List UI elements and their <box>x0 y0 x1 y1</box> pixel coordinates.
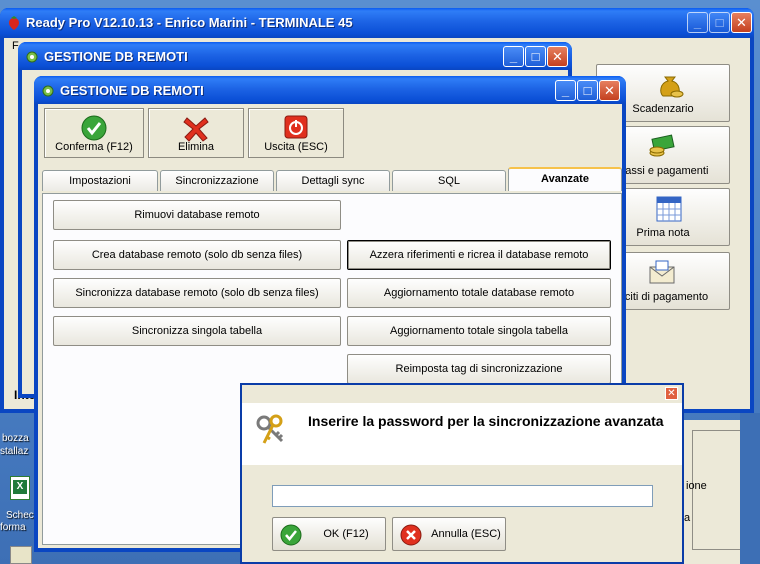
password-input[interactable] <box>272 485 653 507</box>
remove-remote-db-button[interactable]: Rimuovi database remoto <box>53 200 341 230</box>
calendar-icon <box>656 196 682 222</box>
dialog-header: Inserire la password per la sincronizzaz… <box>242 403 682 465</box>
delete-button[interactable]: Elimina <box>148 108 244 158</box>
tab-dettagli-sync[interactable]: Dettagli sync <box>276 170 390 191</box>
tab-sql[interactable]: SQL <box>392 170 506 191</box>
desktop-icon-label: forma <box>0 522 26 533</box>
ok-label: OK (F12) <box>323 528 369 540</box>
strawberry-icon <box>9 16 19 30</box>
delete-x-icon <box>183 117 209 142</box>
main-window-title: Ready Pro V12.10.13 - Enrico Marini - TE… <box>26 15 353 30</box>
money-bag-icon <box>660 76 684 98</box>
full-update-db-button[interactable]: Aggiornamento totale database remoto <box>347 278 611 308</box>
db-gear-icon <box>26 51 38 63</box>
desktop-icon-label: bozza <box>2 433 29 444</box>
create-remote-db-button[interactable]: Crea database remoto (solo db senza file… <box>53 240 341 270</box>
front-window-title: GESTIONE DB REMOTI <box>60 83 204 98</box>
minimize-button[interactable]: _ <box>555 80 576 101</box>
shortcut-icon[interactable] <box>10 546 32 564</box>
maximize-button[interactable]: □ <box>525 46 546 67</box>
back-window-title: GESTIONE DB REMOTI <box>44 49 188 64</box>
close-button[interactable]: ✕ <box>599 80 620 101</box>
tab-sincronizzazione[interactable]: Sincronizzazione <box>160 170 274 191</box>
excel-file-icon[interactable]: X <box>10 476 30 500</box>
confirm-button[interactable]: Conferma (F12) <box>44 108 144 158</box>
sync-single-table-button[interactable]: Sincronizza singola tabella <box>53 316 341 346</box>
checkmark-icon <box>81 115 107 141</box>
sync-remote-db-button[interactable]: Sincronizza database remoto (solo db sen… <box>53 278 341 308</box>
exit-button[interactable]: Uscita (ESC) <box>248 108 344 158</box>
minimize-button[interactable]: _ <box>503 46 524 67</box>
tab-impostazioni[interactable]: Impostazioni <box>42 170 158 191</box>
desktop-icon-label: stallaz <box>0 446 29 457</box>
minimize-button[interactable]: _ <box>687 12 708 33</box>
ok-button[interactable]: OK (F12) <box>272 517 386 551</box>
checkmark-icon <box>280 524 302 546</box>
maximize-button[interactable]: □ <box>709 12 730 33</box>
envelope-icon <box>649 260 675 284</box>
dialog-message: Inserire la password per la sincronizzaz… <box>308 413 664 429</box>
power-icon <box>284 115 308 139</box>
exit-label: Uscita (ESC) <box>264 141 328 153</box>
close-button[interactable]: ✕ <box>665 387 678 400</box>
db-gear-icon <box>42 85 54 97</box>
background-text: ione <box>686 480 707 492</box>
confirm-label: Conferma (F12) <box>55 141 133 153</box>
delete-label: Elimina <box>177 141 215 153</box>
cash-icon <box>649 134 675 157</box>
cancel-x-icon <box>400 524 422 546</box>
cancel-button[interactable]: Annulla (ESC) <box>392 517 506 551</box>
reset-sync-tag-button[interactable]: Reimposta tag di sincronizzazione <box>347 354 611 384</box>
back-window-titlebar[interactable]: GESTIONE DB REMOTI _ □ ✕ <box>18 42 572 70</box>
background-text: a <box>684 512 691 524</box>
maximize-button[interactable]: □ <box>577 80 598 101</box>
front-window-titlebar[interactable]: GESTIONE DB REMOTI _ □ ✕ <box>34 76 626 104</box>
tab-bar: Impostazioni Sincronizzazione Dettagli s… <box>42 167 622 194</box>
full-update-table-button[interactable]: Aggiornamento totale singola tabella <box>347 316 611 346</box>
cancel-label: Annulla (ESC) <box>431 528 501 540</box>
keys-icon <box>256 414 284 444</box>
reset-recreate-db-button[interactable]: Azzera riferimenti e ricrea il database … <box>347 240 611 270</box>
tab-avanzate[interactable]: Avanzate <box>508 167 622 191</box>
password-dialog: ✕ Inserire la password per la sincronizz… <box>240 383 684 564</box>
close-button[interactable]: ✕ <box>731 12 752 33</box>
close-button[interactable]: ✕ <box>547 46 568 67</box>
main-window-titlebar[interactable]: Ready Pro V12.10.13 - Enrico Marini - TE… <box>0 8 754 38</box>
dialog-titlebar[interactable]: ✕ <box>242 385 682 403</box>
desktop-icon-label: Schec <box>6 510 34 521</box>
desktop-strip <box>740 413 760 564</box>
